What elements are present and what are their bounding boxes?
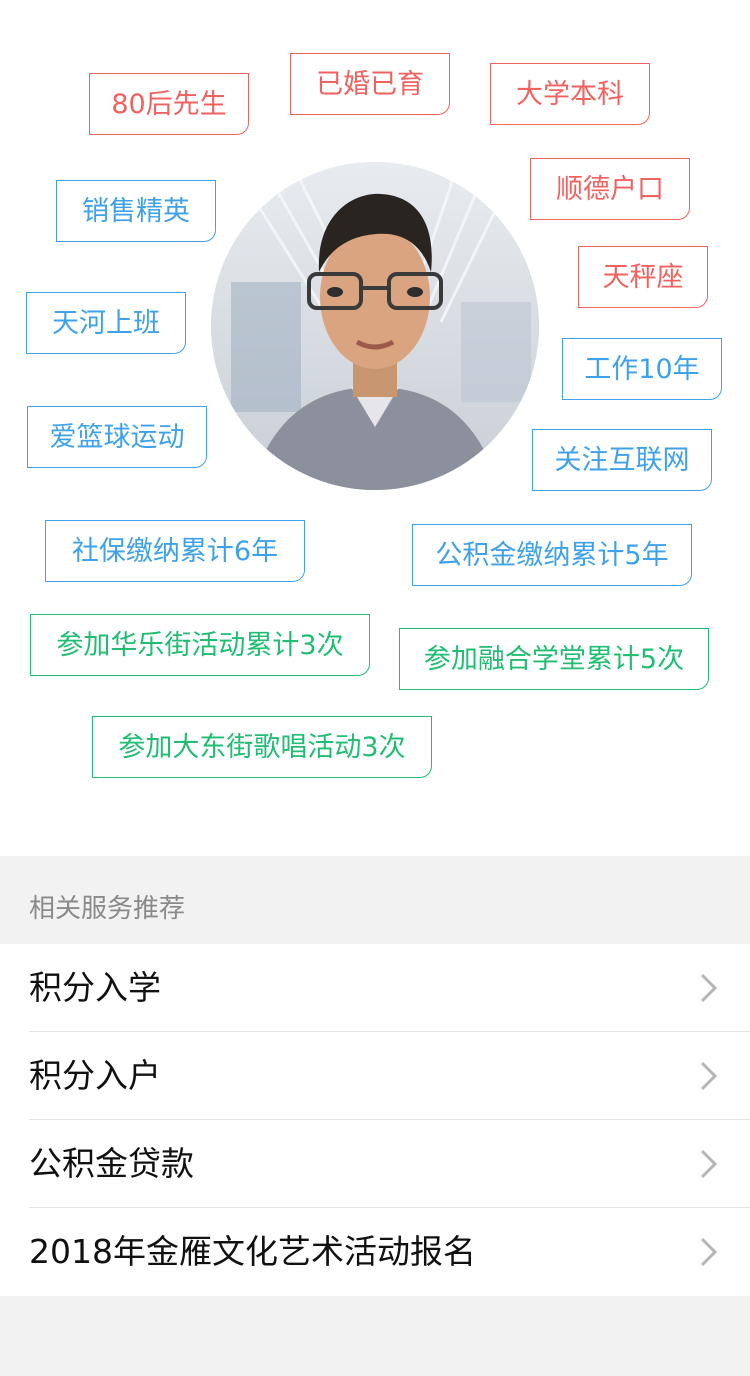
service-item-label: 积分入户 — [29, 1056, 161, 1095]
tag-housing-fund: 公积金缴纳累计5年 — [412, 524, 692, 586]
service-item-label: 2018年金雁文化艺术活动报名 — [29, 1232, 476, 1271]
tag-sales-elite: 销售精英 — [56, 180, 216, 242]
chevron-right-icon — [700, 1061, 718, 1091]
tag-shunde-hukou: 顺德户口 — [530, 158, 690, 220]
tag-social-security: 社保缴纳累计6年 — [45, 520, 305, 582]
tag-dadongjie-singing: 参加大东街歌唱活动3次 — [92, 716, 432, 778]
service-item-points-hukou[interactable]: 积分入户 — [0, 1032, 750, 1120]
tag-bachelor: 大学本科 — [490, 63, 650, 125]
profile-tags-area: 80后先生 已婚已育 大学本科 销售精英 顺德户口 天秤座 天河上班 工作10年… — [0, 0, 750, 856]
service-item-label: 公积金贷款 — [29, 1144, 194, 1183]
avatar-photo — [211, 162, 539, 490]
tag-80s-gentleman: 80后先生 — [89, 73, 249, 135]
tag-work-tianhe: 天河上班 — [26, 292, 186, 354]
tag-internet: 关注互联网 — [532, 429, 712, 491]
tag-basketball: 爱篮球运动 — [27, 406, 207, 468]
service-item-art-activity-signup[interactable]: 2018年金雁文化艺术活动报名 — [0, 1208, 750, 1296]
service-item-label: 积分入学 — [29, 968, 161, 1007]
tag-libra: 天秤座 — [578, 246, 708, 308]
services-header-title: 相关服务推荐 — [29, 894, 186, 924]
chevron-right-icon — [700, 1237, 718, 1267]
tag-married: 已婚已育 — [290, 53, 450, 115]
chevron-right-icon — [700, 1149, 718, 1179]
tag-work-10-years: 工作10年 — [562, 338, 722, 400]
services-section-header: 相关服务推荐 — [0, 856, 750, 944]
service-item-housing-loan[interactable]: 公积金贷款 — [0, 1120, 750, 1208]
tag-hualejie-activity: 参加华乐街活动累计3次 — [30, 614, 370, 676]
tag-ronghe-school: 参加融合学堂累计5次 — [399, 628, 709, 690]
chevron-right-icon — [700, 973, 718, 1003]
avatar — [211, 162, 539, 490]
service-item-points-school[interactable]: 积分入学 — [0, 944, 750, 1032]
services-list: 积分入学 积分入户 公积金贷款 2018年金雁文化艺术活动报名 — [0, 944, 750, 1296]
